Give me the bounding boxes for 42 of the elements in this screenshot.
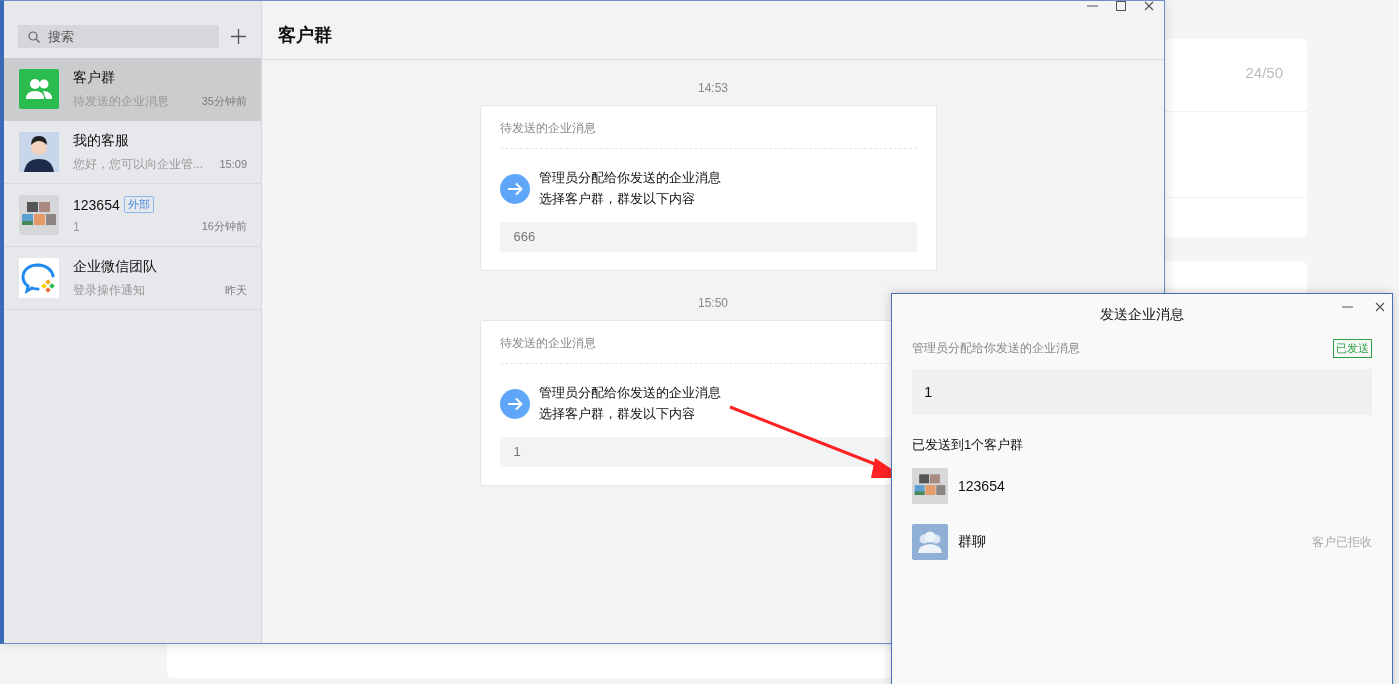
group-name: 群聊: [958, 533, 987, 551]
character-counter: 24/50: [1245, 64, 1283, 81]
dialog-title: 发送企业消息: [1100, 306, 1184, 324]
message-time: 16分钟前: [201, 219, 247, 234]
message-preview: 您好，您可以向企业管...: [73, 155, 203, 173]
message-heading: 管理员分配给你发送的企业消息: [538, 384, 721, 402]
group-avatar-icon: [912, 524, 948, 560]
message-time: 昨天: [225, 282, 247, 298]
maximize-icon[interactable]: [1116, 1, 1126, 11]
speech-bubble-icon: [19, 258, 59, 298]
search-field[interactable]: 搜索: [18, 25, 219, 48]
message-heading: 管理员分配给你发送的企业消息: [538, 169, 721, 187]
conversation-item[interactable]: 企业微信团队 登录操作通知 昨天: [4, 247, 261, 310]
message-time: 15:50: [698, 296, 728, 310]
message-text: 选择客户群，群发以下内容: [538, 190, 696, 208]
message-time: 35分钟前: [201, 93, 247, 109]
message-content: 1: [912, 369, 1372, 415]
close-icon[interactable]: [1375, 302, 1385, 312]
message-content: 666: [499, 222, 917, 252]
message-text: 选择客户群，群发以下内容: [538, 405, 696, 423]
group-chat-icon: [19, 69, 59, 109]
contact-name: 企业微信团队: [73, 257, 157, 276]
message-preview: 1: [73, 219, 80, 234]
contact-name: 客户群: [73, 68, 115, 87]
contact-name: 123654: [73, 196, 120, 213]
message-preview: 登录操作通知: [73, 281, 145, 299]
status-badge: 已发送: [1333, 338, 1372, 358]
group-name: 123654: [958, 478, 1006, 494]
card-title: 待发送的企业消息: [499, 120, 917, 149]
message-time: 15:09: [219, 158, 247, 170]
conversation-item[interactable]: 我的客服 您好，您可以向企业管... 15:09: [4, 121, 261, 184]
contact-name: 我的客服: [73, 131, 129, 150]
close-icon[interactable]: [1144, 1, 1154, 11]
arrow-right-icon: [499, 173, 530, 204]
delivery-note: 客户已拒收: [1312, 533, 1372, 551]
external-badge: 外部: [123, 196, 154, 213]
search-icon: [28, 31, 40, 43]
arrow-right-icon: [499, 388, 530, 419]
chat-title: 客户群: [278, 24, 332, 47]
message-time: 14:53: [698, 81, 728, 95]
conversation-item[interactable]: 123654 外部 1 16分钟前: [4, 184, 261, 247]
plus-icon[interactable]: [231, 29, 246, 44]
